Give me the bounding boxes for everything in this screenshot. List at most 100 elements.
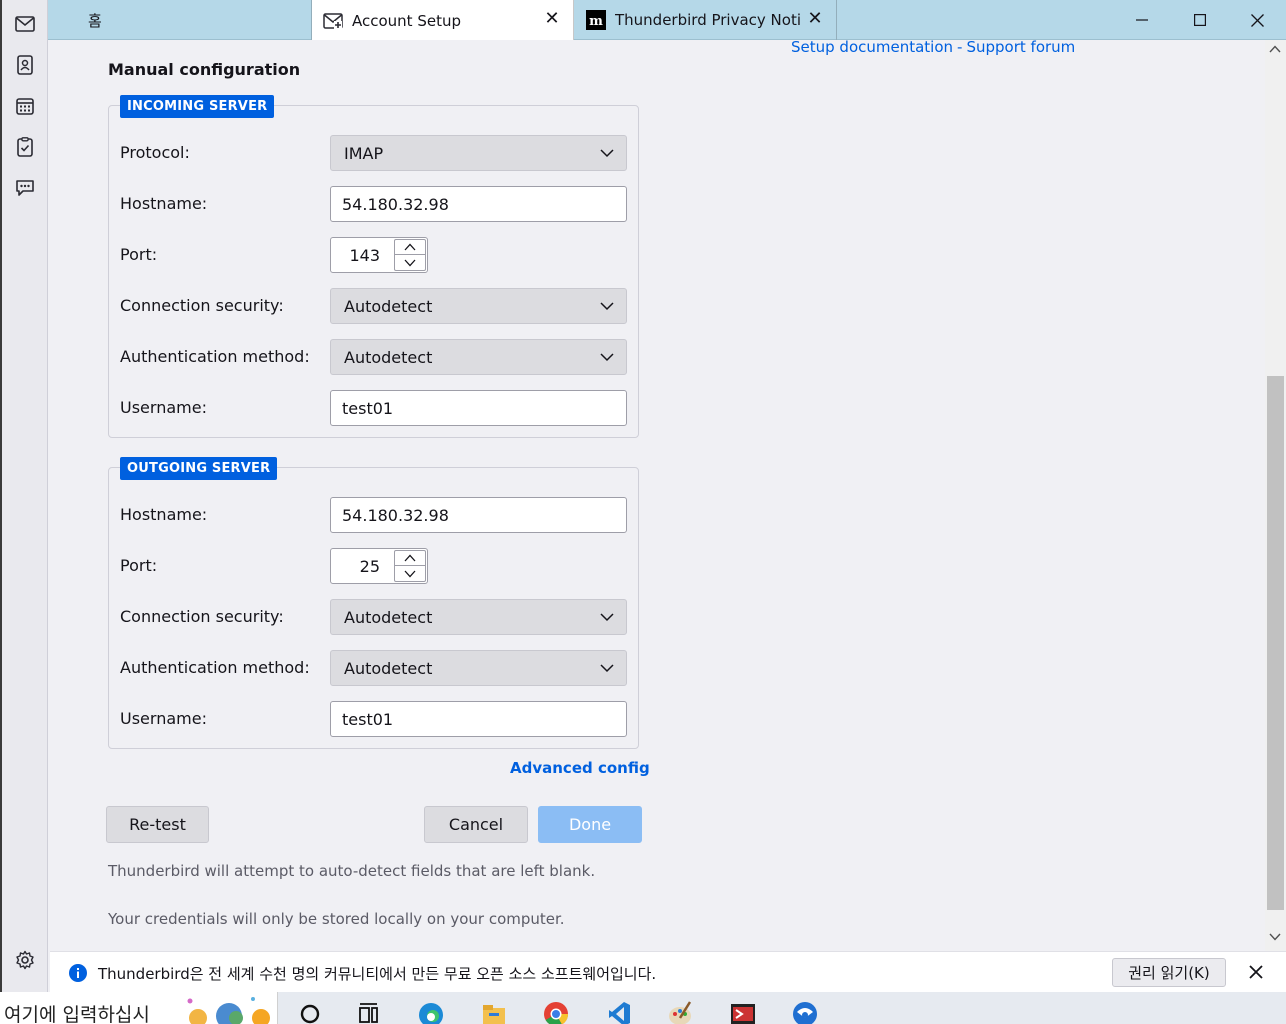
address-book-icon[interactable] [12, 52, 38, 78]
hostname-label: Hostname: [120, 505, 208, 524]
chat-icon[interactable] [12, 175, 38, 201]
incoming-server-fieldset: INCOMING SERVER Protocol: IMAP Hostname:… [108, 95, 639, 438]
scroll-up-icon[interactable] [1269, 43, 1281, 55]
mail-icon[interactable] [12, 11, 38, 37]
incoming-port-value: 143 [349, 246, 380, 265]
close-icon[interactable] [1246, 962, 1266, 982]
setup-documentation-link[interactable]: Setup documentation [791, 40, 953, 56]
vertical-scrollbar[interactable] [1265, 40, 1286, 951]
incoming-auth-value: Autodetect [344, 348, 433, 367]
svg-text:m: m [589, 14, 603, 29]
account-setup-content: Setup documentation - Support forum Manual… [49, 40, 1265, 951]
thunderbird-icon[interactable] [792, 998, 818, 1024]
username-label: Username: [120, 398, 207, 417]
username-label: Username: [120, 709, 207, 728]
outgoing-port-value: 25 [359, 557, 380, 576]
minimize-button[interactable] [1113, 0, 1171, 40]
authentication-method-label: Authentication method: [120, 347, 310, 366]
outgoing-username-row: Username: test01 [120, 701, 628, 737]
search-highlight-icon [187, 997, 270, 1024]
tab-account-setup[interactable]: Account Setup ✕ [312, 0, 574, 41]
incoming-username-row: Username: test01 [120, 390, 628, 426]
close-window-button[interactable] [1228, 0, 1286, 40]
outgoing-security-row: Connection security: Autodetect [120, 599, 628, 635]
outgoing-security-select[interactable]: Autodetect [330, 599, 627, 635]
scrollbar-thumb[interactable] [1267, 376, 1284, 910]
windows-taskbar: 여기에 입력하십시 [0, 992, 1286, 1024]
tab-privacy-notice[interactable]: m Thunderbird Privacy Notice ✕ [575, 0, 837, 40]
advanced-config-link[interactable]: Advanced config [510, 759, 650, 777]
chevron-down-icon [600, 302, 614, 311]
incoming-security-select[interactable]: Autodetect [330, 288, 627, 324]
tab-home[interactable]: 홈 [48, 0, 312, 40]
notification-bar: Thunderbird은 전 세계 수천 명의 커뮤니티에서 만든 무료 오픈 … [50, 951, 1286, 992]
terminal-app-icon[interactable] [730, 998, 756, 1024]
task-view-icon[interactable] [356, 998, 382, 1024]
account-setup-icon [322, 10, 344, 32]
incoming-hostname-row: Hostname: 54.180.32.98 [120, 186, 628, 222]
spin-up-icon[interactable] [395, 240, 425, 255]
outgoing-auth-row: Authentication method: Autodetect [120, 650, 628, 686]
retest-button[interactable]: Re-test [106, 806, 209, 843]
info-icon [69, 964, 87, 982]
port-spinner [394, 550, 426, 582]
incoming-protocol-row: Protocol: IMAP [120, 135, 628, 171]
incoming-protocol-select[interactable]: IMAP [330, 135, 627, 171]
outgoing-port-input[interactable]: 25 [330, 548, 428, 584]
read-rights-button[interactable]: 권리 읽기(K) [1112, 958, 1226, 987]
connection-security-label: Connection security: [120, 607, 284, 626]
tab-home-label: 홈 [88, 11, 102, 30]
outgoing-security-value: Autodetect [344, 608, 433, 627]
incoming-username-input[interactable]: test01 [330, 390, 627, 426]
support-forum-link[interactable]: Support forum [966, 40, 1075, 56]
incoming-protocol-value: IMAP [344, 144, 384, 163]
mozilla-logo-icon: m [585, 9, 607, 31]
outgoing-hostname-row: Hostname: 54.180.32.98 [120, 497, 628, 533]
tab-close-icon[interactable]: ✕ [543, 10, 561, 28]
chrome-icon[interactable] [543, 998, 569, 1024]
chevron-down-icon [600, 149, 614, 158]
calendar-icon[interactable] [12, 93, 38, 119]
vscode-icon[interactable] [606, 998, 632, 1024]
tab-bar: 홈 Account Setup ✕ m Thunderbird Privacy … [48, 0, 1286, 41]
maximize-button[interactable] [1171, 0, 1229, 40]
incoming-hostname-input[interactable]: 54.180.32.98 [330, 186, 627, 222]
incoming-server-legend: INCOMING SERVER [120, 95, 275, 118]
tasks-icon[interactable] [12, 134, 38, 160]
spin-down-icon[interactable] [395, 566, 425, 581]
chevron-down-icon [600, 353, 614, 362]
protocol-label: Protocol: [120, 143, 190, 162]
cortana-icon[interactable] [298, 998, 324, 1024]
chevron-down-icon [600, 664, 614, 673]
outgoing-server-fieldset: OUTGOING SERVER Hostname: 54.180.32.98 P… [108, 457, 639, 749]
tab-close-icon[interactable]: ✕ [806, 10, 824, 28]
outgoing-hostname-input[interactable]: 54.180.32.98 [330, 497, 627, 533]
spin-up-icon[interactable] [395, 551, 425, 566]
incoming-security-row: Connection security: Autodetect [120, 288, 628, 324]
tab-privacy-notice-label: Thunderbird Privacy Notice [615, 11, 801, 29]
scroll-down-icon[interactable] [1269, 931, 1281, 943]
link-separator: - [957, 40, 963, 56]
incoming-port-input[interactable]: 143 [330, 237, 428, 273]
port-label: Port: [120, 245, 158, 264]
spin-down-icon[interactable] [395, 255, 425, 270]
incoming-port-row: Port: 143 [120, 237, 628, 273]
paint-icon[interactable] [668, 998, 694, 1024]
help-links: Setup documentation - Support forum [791, 40, 1075, 56]
file-explorer-icon[interactable] [481, 998, 507, 1024]
cancel-button[interactable]: Cancel [424, 806, 528, 843]
credentials-note: Your credentials will only be stored loc… [108, 910, 565, 928]
done-button[interactable]: Done [538, 806, 642, 843]
port-label: Port: [120, 556, 158, 575]
settings-gear-icon[interactable] [12, 947, 38, 973]
window-edge [0, 0, 2, 992]
taskbar-search-box[interactable]: 여기에 입력하십시 [0, 992, 278, 1024]
outgoing-username-input[interactable]: test01 [330, 701, 627, 737]
outgoing-auth-select[interactable]: Autodetect [330, 650, 627, 686]
spaces-toolbar [0, 0, 48, 992]
incoming-security-value: Autodetect [344, 297, 433, 316]
edge-browser-icon[interactable] [418, 998, 444, 1024]
tab-account-setup-label: Account Setup [352, 11, 461, 30]
incoming-auth-select[interactable]: Autodetect [330, 339, 627, 375]
hostname-label: Hostname: [120, 194, 208, 213]
